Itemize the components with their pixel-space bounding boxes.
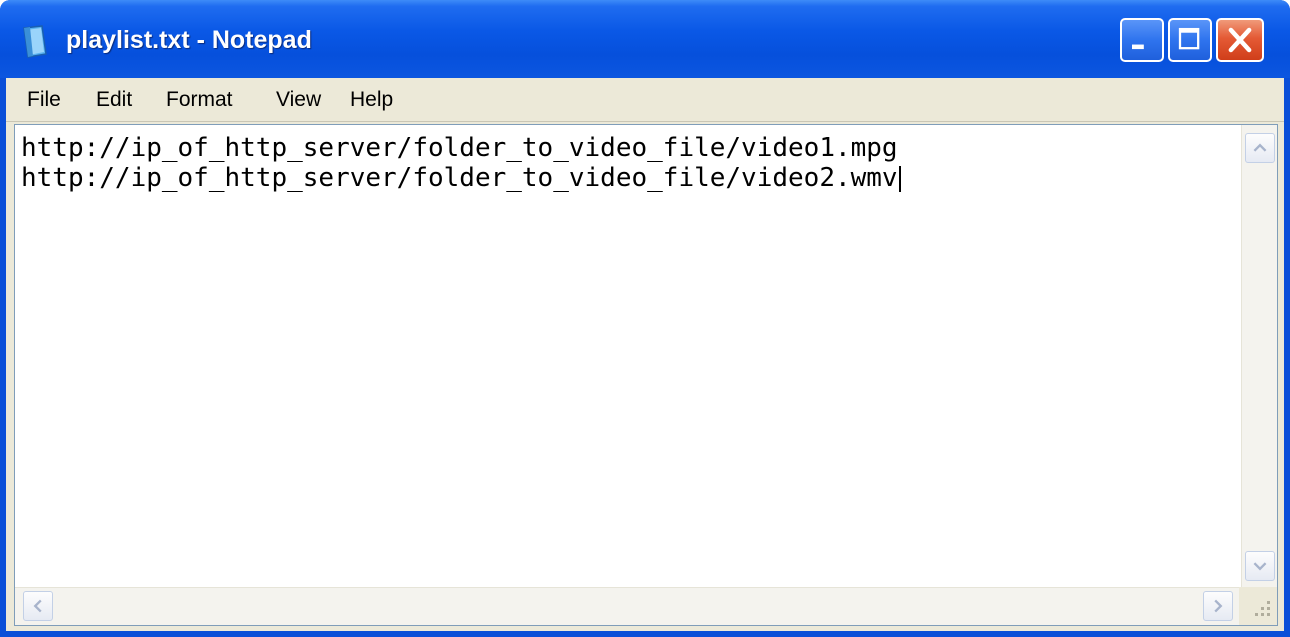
minimize-button[interactable]: [1120, 18, 1164, 62]
title-bar[interactable]: playlist.txt - Notepad: [0, 0, 1290, 78]
close-button[interactable]: [1216, 18, 1264, 62]
window-client-area: File Edit Format View Help http://ip_of_…: [6, 78, 1284, 631]
minimize-icon: [1132, 44, 1144, 50]
horizontal-scrollbar[interactable]: [15, 587, 1241, 625]
chevron-up-icon: [1253, 143, 1267, 152]
menu-view[interactable]: View: [276, 88, 321, 112]
scroll-right-button[interactable]: [1203, 591, 1233, 621]
menu-help[interactable]: Help: [350, 88, 393, 112]
maximize-icon: [1178, 27, 1200, 50]
text-caret: [898, 165, 901, 192]
text-line-1: http://ip_of_http_server/folder_to_video…: [21, 133, 898, 163]
resize-grip-icon: [1255, 601, 1270, 616]
notepad-window: playlist.txt - Notepad File Edit Format …: [0, 0, 1290, 637]
menu-bar: File Edit Format View Help: [6, 78, 1284, 122]
notepad-icon: [20, 24, 50, 60]
text-line-2: http://ip_of_http_server/folder_to_video…: [21, 163, 901, 193]
scroll-down-button[interactable]: [1245, 551, 1275, 581]
chevron-right-icon: [1214, 599, 1223, 613]
menu-file[interactable]: File: [27, 88, 61, 112]
chevron-down-icon: [1253, 562, 1267, 571]
chevron-left-icon: [33, 599, 42, 613]
menu-edit[interactable]: Edit: [96, 88, 132, 112]
resize-grip[interactable]: [1239, 587, 1277, 625]
vertical-scrollbar[interactable]: [1241, 125, 1277, 587]
close-icon: [1228, 27, 1252, 53]
window-title: playlist.txt - Notepad: [66, 26, 312, 54]
maximize-button[interactable]: [1168, 18, 1212, 62]
text-line-2-content: http://ip_of_http_server/folder_to_video…: [21, 163, 898, 193]
scroll-up-button[interactable]: [1245, 133, 1275, 163]
text-line-1-content: http://ip_of_http_server/folder_to_video…: [21, 133, 898, 163]
text-editor[interactable]: http://ip_of_http_server/folder_to_video…: [14, 124, 1278, 626]
menu-format[interactable]: Format: [166, 88, 233, 112]
scroll-left-button[interactable]: [23, 591, 53, 621]
